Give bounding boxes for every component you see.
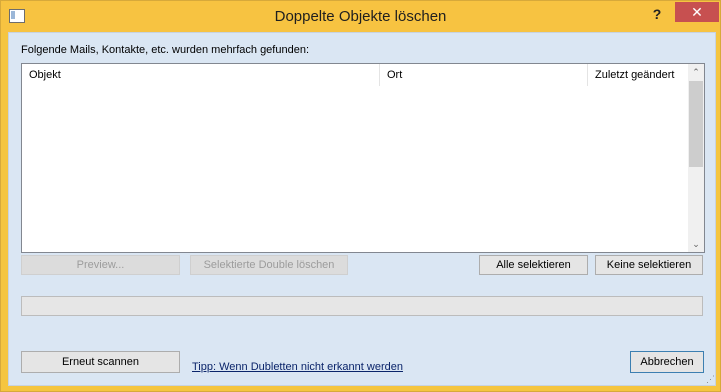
select-none-button[interactable]: Keine selektieren [595,255,703,275]
scroll-thumb[interactable] [689,81,703,167]
title-bar[interactable]: Doppelte Objekte löschen ? ✕ [1,1,720,33]
tip-link[interactable]: Tipp: Wenn Dubletten nicht erkannt werde… [192,361,403,373]
scroll-down-arrow-icon[interactable]: ⌄ [688,236,704,252]
delete-selected-button[interactable]: Selektierte Double löschen [190,255,348,275]
resize-grip-icon[interactable]: ⋰ [703,373,715,385]
column-header-last-modified[interactable]: Zuletzt geändert [588,64,688,86]
dialog-body: Folgende Mails, Kontakte, etc. wurden me… [8,32,716,386]
scroll-up-arrow-icon[interactable]: ⌃ [688,64,704,80]
select-all-button[interactable]: Alle selektieren [479,255,588,275]
help-button[interactable]: ? [645,4,669,24]
cancel-button[interactable]: Abbrechen [630,351,704,373]
vertical-scrollbar[interactable]: ⌃ ⌄ [688,64,704,252]
dialog-window: Doppelte Objekte löschen ? ✕ Folgende Ma… [0,0,721,392]
column-header-object[interactable]: Objekt [22,64,380,86]
found-duplicates-label: Folgende Mails, Kontakte, etc. wurden me… [21,44,310,56]
rescan-button[interactable]: Erneut scannen [21,351,180,373]
column-header-location[interactable]: Ort [380,64,588,86]
close-button[interactable]: ✕ [675,2,719,22]
preview-button[interactable]: Preview... [21,255,180,275]
window-title: Doppelte Objekte löschen [274,8,447,25]
progress-bar [21,296,703,316]
duplicates-list[interactable]: Objekt Ort Zuletzt geändert ⌃ ⌄ [21,63,705,253]
